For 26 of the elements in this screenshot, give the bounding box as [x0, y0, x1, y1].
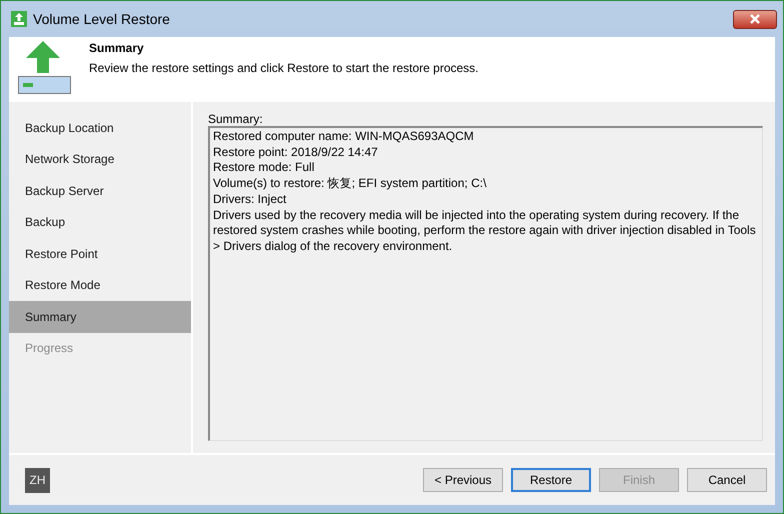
step-item[interactable]: Backup: [9, 206, 191, 238]
summary-line: Volume(s) to restore: 恢复; EFI system partition; C:\: [213, 176, 488, 192]
page-description: Review the restore settings and click Restore to start the restore process.: [89, 61, 479, 75]
step-item[interactable]: Summary: [9, 301, 191, 332]
step-item[interactable]: Backup Location: [9, 112, 191, 144]
restore-icon: [11, 11, 27, 27]
page-title: Summary: [89, 41, 145, 55]
window-title: Volume Level Restore: [33, 11, 170, 27]
step-item[interactable]: Restore Mode: [9, 270, 191, 301]
upload-drive-icon: [17, 39, 71, 95]
step-item[interactable]: Network Storage: [9, 144, 191, 175]
step-item[interactable]: Backup Server: [9, 175, 191, 206]
close-icon: [749, 14, 761, 24]
summary-line: Drivers used by the recovery media will be injected into the operating system during recovery. If the restored system crashes while booting, perform the restore again with driver injection disabled in Tools > Drivers dialog of the recovery environment.: [213, 208, 757, 255]
summary-label: Summary:: [208, 112, 264, 126]
dialog-button[interactable]: Cancel: [687, 468, 767, 492]
step-item[interactable]: Restore Point: [9, 238, 191, 270]
dialog-button[interactable]: Restore: [511, 468, 591, 492]
dialog-button[interactable]: < Previous: [423, 468, 503, 492]
summary-line: Restored computer name: WIN-MQAS693AQCM: [213, 129, 475, 145]
summary-line: Drivers: Inject: [213, 192, 288, 208]
close-button[interactable]: [733, 10, 777, 28]
summary-line: Restore mode: Full: [213, 160, 316, 176]
language-indicator: ZH: [25, 468, 50, 492]
summary-textbox[interactable]: [208, 126, 763, 441]
summary-line: Restore point: 2018/9/22 14:47: [213, 144, 379, 160]
